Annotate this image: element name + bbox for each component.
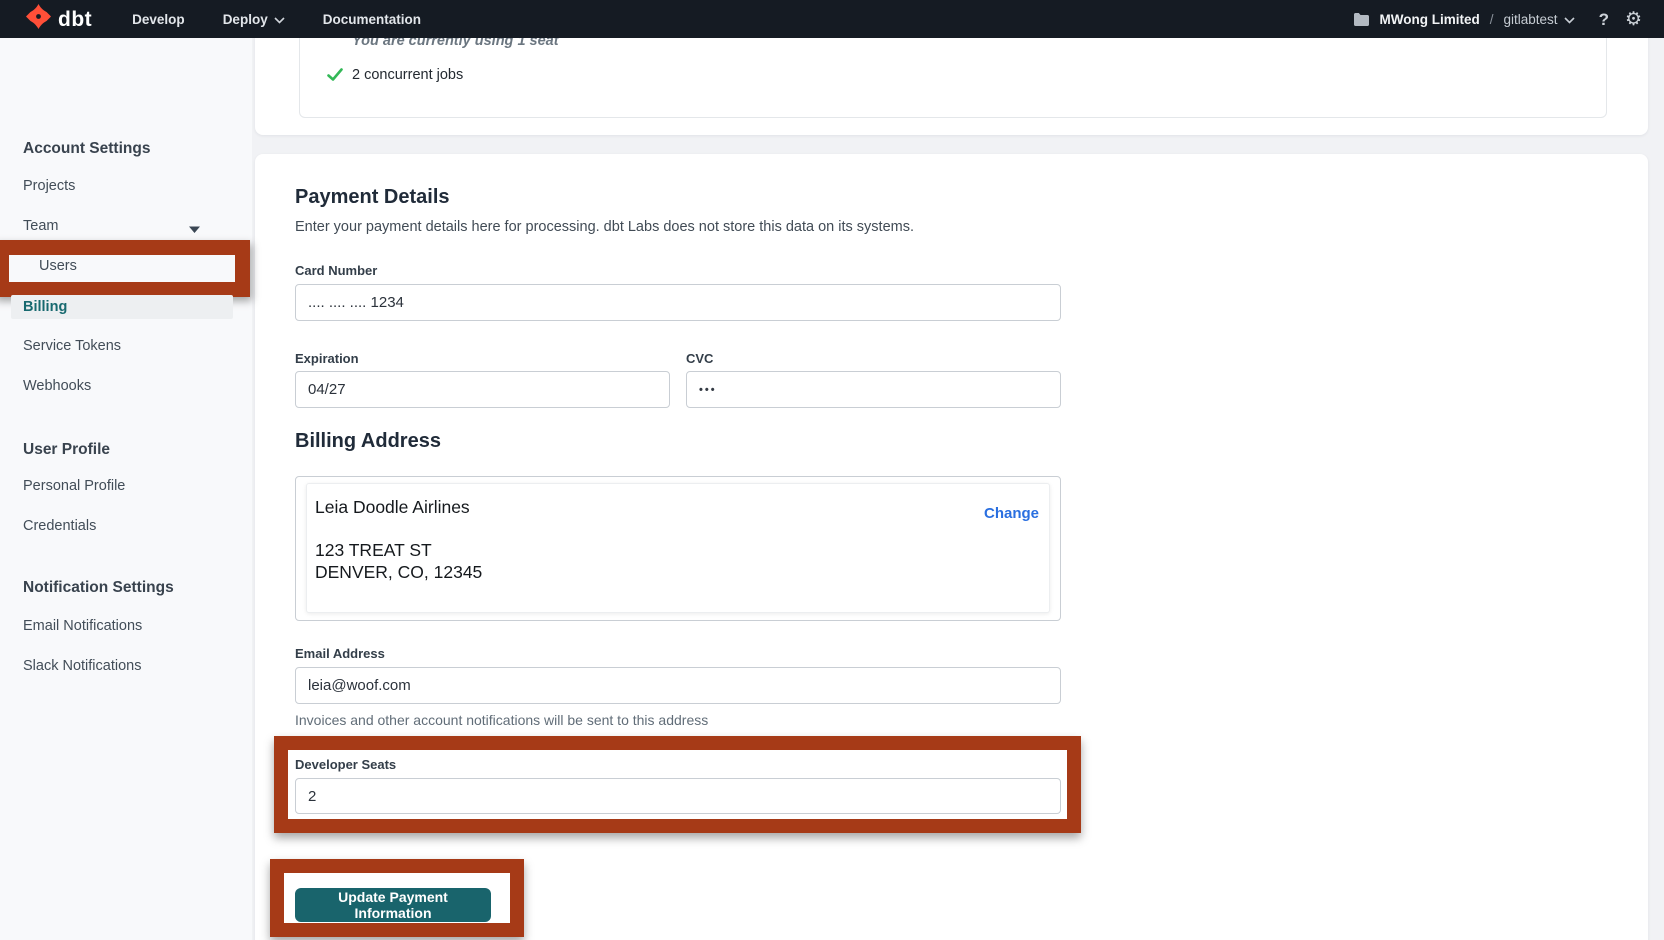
breadcrumb-separator: / — [1490, 12, 1494, 27]
card-number-label: Card Number — [295, 264, 377, 277]
sidebar-item-billing[interactable]: Billing — [11, 295, 233, 319]
email-address-input[interactable] — [295, 667, 1061, 704]
top-navbar: dbt Develop Deploy Documentation MWong L… — [0, 0, 1664, 38]
check-icon — [326, 66, 344, 88]
dbt-cloud-billing-page: You are currently using 1 seat 2 concurr… — [0, 0, 1664, 940]
dbt-logo-icon — [26, 4, 51, 34]
billing-address-city: DENVER, CO, 12345 — [315, 562, 482, 583]
sidebar-item-team[interactable]: Team — [23, 219, 58, 234]
nav-develop[interactable]: Develop — [132, 12, 185, 27]
payment-details-title: Payment Details — [295, 186, 450, 208]
account-name[interactable]: MWong Limited — [1380, 12, 1480, 27]
nav-deploy[interactable]: Deploy — [223, 12, 285, 27]
sidebar-item-billing-label: Billing — [11, 300, 67, 315]
cvc-input[interactable] — [686, 371, 1061, 408]
card-number-input[interactable] — [295, 284, 1061, 321]
sidebar-item-personal-profile[interactable]: Personal Profile — [23, 479, 125, 494]
dbt-logo[interactable]: dbt — [26, 4, 92, 34]
sidebar-item-credentials[interactable]: Credentials — [23, 519, 96, 534]
expiration-input[interactable] — [295, 371, 670, 408]
update-payment-button[interactable]: Update Payment Information — [295, 888, 491, 922]
developer-seats-input[interactable] — [295, 778, 1061, 814]
project-chevron-down-icon — [1564, 12, 1575, 27]
billing-address-title: Billing Address — [295, 430, 441, 452]
email-address-label: Email Address — [295, 647, 385, 660]
deploy-chevron-down-icon — [274, 12, 285, 27]
folder-icon — [1353, 12, 1370, 26]
dbt-logo-text: dbt — [58, 9, 92, 30]
payment-details-description: Enter your payment details here for proc… — [295, 218, 914, 237]
sidebar-item-slack-notifications[interactable]: Slack Notifications — [23, 659, 141, 674]
sidebar-item-email-notifications[interactable]: Email Notifications — [23, 619, 142, 634]
sidebar-item-projects[interactable]: Projects — [23, 179, 75, 194]
nav-documentation[interactable]: Documentation — [323, 12, 421, 27]
concurrent-jobs-text: 2 concurrent jobs — [352, 67, 463, 84]
cvc-label: CVC — [686, 352, 713, 365]
change-address-link[interactable]: Change — [984, 505, 1039, 523]
email-helper-text: Invoices and other account notifications… — [295, 712, 708, 729]
project-selector[interactable]: gitlabtest — [1504, 12, 1575, 27]
sidebar-heading-notification-settings: Notification Settings — [23, 580, 174, 596]
help-icon[interactable]: ? — [1599, 11, 1609, 28]
billing-address-name: Leia Doodle Airlines — [315, 497, 470, 518]
project-name: gitlabtest — [1504, 12, 1558, 27]
sidebar-heading-user-profile: User Profile — [23, 442, 110, 458]
sidebar-heading-account-settings: Account Settings — [23, 141, 150, 157]
sidebar-item-webhooks[interactable]: Webhooks — [23, 379, 91, 394]
annotation-box-billing — [0, 240, 250, 297]
developer-seats-label: Developer Seats — [295, 758, 396, 771]
expiration-label: Expiration — [295, 352, 359, 365]
team-caret-down-icon[interactable] — [188, 221, 201, 239]
nav-deploy-label: Deploy — [223, 12, 268, 27]
gear-icon[interactable]: ⚙ — [1625, 10, 1642, 29]
sidebar-item-service-tokens[interactable]: Service Tokens — [23, 339, 121, 354]
billing-address-street: 123 TREAT ST — [315, 540, 432, 561]
sidebar: Account Settings Projects Team Users Bil… — [0, 38, 252, 940]
